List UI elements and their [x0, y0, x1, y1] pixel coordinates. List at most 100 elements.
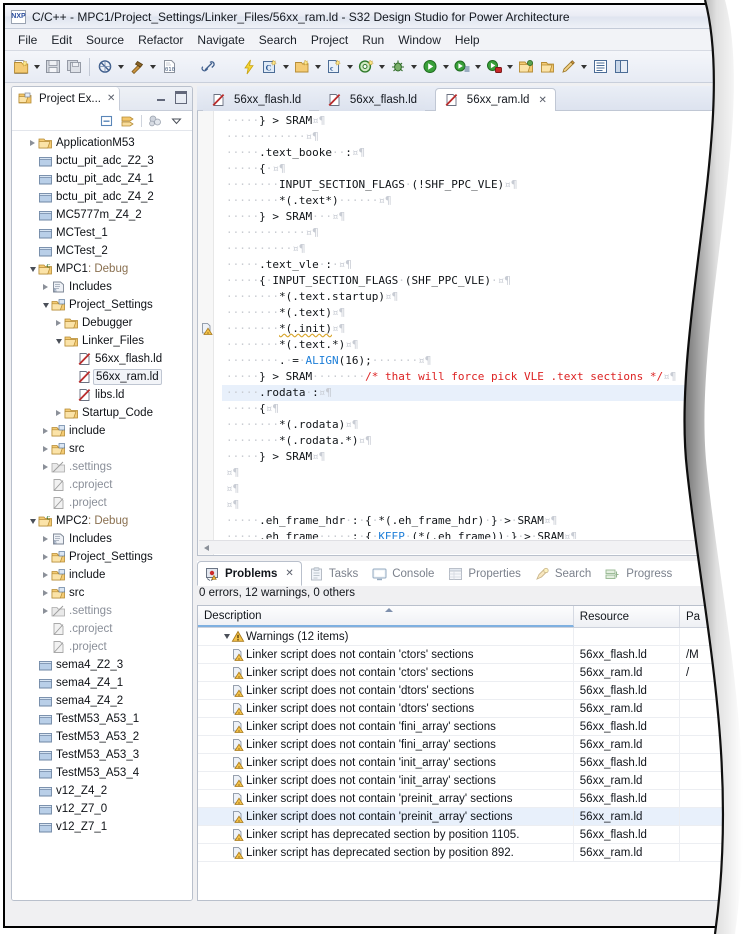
- no-build-icon[interactable]: [95, 56, 115, 78]
- code-line[interactable]: ·····.text_booke··:¤¶: [222, 145, 726, 161]
- build-hammer-icon[interactable]: [127, 56, 147, 78]
- code-line[interactable]: ········*(.rodata.*)¤¶: [222, 433, 726, 449]
- editor-tab-0[interactable]: 56xx_flash.ld: [203, 88, 310, 111]
- table-row[interactable]: Linker script does not contain 'fini_arr…: [198, 718, 738, 736]
- run-config-icon[interactable]: [452, 56, 472, 78]
- code-line[interactable]: ·····.eh_frame·····:·{·KEEP·(*(.eh_frame…: [222, 529, 726, 539]
- chevron-down-icon[interactable]: [313, 56, 323, 78]
- code-line[interactable]: ·····} > SRAM¤¶: [222, 449, 726, 465]
- debug-bug-icon[interactable]: [388, 56, 408, 78]
- tree-item-project-settings[interactable]: Project_Settings: [12, 296, 192, 314]
- editor-canvas[interactable]: ·····} > SRAM¤¶ ············¤¶ ·····.text_…: [197, 111, 738, 556]
- table-row[interactable]: Linker script does not contain 'init_arr…: [198, 754, 738, 772]
- menu-item-help[interactable]: Help: [448, 31, 487, 49]
- chevron-down-icon[interactable]: [377, 56, 387, 78]
- run-external-icon[interactable]: [484, 56, 504, 78]
- table-row[interactable]: Linker script does not contain 'dtors' s…: [198, 682, 738, 700]
- binary-010-icon[interactable]: 010: [159, 56, 179, 78]
- menu-item-refactor[interactable]: Refactor: [131, 31, 190, 49]
- tree-item-applicationm53[interactable]: ApplicationM53: [12, 134, 192, 152]
- code-line[interactable]: ·····.text_vle·:·¤¶: [222, 257, 726, 273]
- save-all-icon[interactable]: [64, 56, 84, 78]
- menu-item-search[interactable]: Search: [252, 31, 304, 49]
- tree-item-libs-ld[interactable]: libs.ld: [12, 386, 192, 404]
- table-row[interactable]: Linker script has deprecated section by …: [198, 826, 738, 844]
- code-line[interactable]: ········.·=·ALIGN(16);·······¤¶: [222, 353, 726, 369]
- tree-expand-arrow-icon[interactable]: [53, 318, 64, 329]
- flash-lightning-icon[interactable]: [239, 56, 259, 78]
- problems-group-row[interactable]: Warnings (12 items): [198, 628, 738, 646]
- tree-item-sema4-z2-3[interactable]: sema4_Z2_3: [12, 656, 192, 674]
- pencil-icon[interactable]: [558, 56, 578, 78]
- tree-item-bctu-pit-adc-z4-1[interactable]: bctu_pit_adc_Z4_1: [12, 170, 192, 188]
- code-line[interactable]: ········*(.text)¤¶: [222, 305, 726, 321]
- editor-tab-2[interactable]: 56xx_ram.ld ✕: [434, 88, 556, 111]
- tree-item-56xx-ram-ld[interactable]: 56xx_ram.ld: [12, 368, 192, 386]
- tree-item-linker-files[interactable]: Linker_Files: [12, 332, 192, 350]
- chevron-down-icon[interactable]: [579, 56, 589, 78]
- link-break-icon[interactable]: [199, 56, 219, 78]
- tree-item-src[interactable]: src: [12, 440, 192, 458]
- code-line[interactable]: ········INPUT_SECTION_FLAGS·(!SHF_PPC_VL…: [222, 177, 726, 193]
- scroll-left-icon[interactable]: [199, 541, 213, 555]
- tab-tasks[interactable]: Tasks: [302, 561, 365, 586]
- tree-expand-arrow-icon[interactable]: [40, 282, 51, 293]
- code-line[interactable]: ········*(.text.*)¤¶: [222, 337, 726, 353]
- tree-item-testm53-a53-1[interactable]: TestM53_A53_1: [12, 710, 192, 728]
- run-play-icon[interactable]: [420, 56, 440, 78]
- chevron-down-icon[interactable]: [281, 56, 291, 78]
- tree-item-testm53-a53-4[interactable]: TestM53_A53_4: [12, 764, 192, 782]
- maximize-view-button[interactable]: [174, 91, 187, 104]
- search-target-icon[interactable]: [356, 56, 376, 78]
- chevron-down-icon[interactable]: [473, 56, 483, 78]
- tree-item-include[interactable]: include: [12, 422, 192, 440]
- tree-expand-arrow-icon[interactable]: [40, 462, 51, 473]
- tree-item-mctest-2[interactable]: MCTest_2: [12, 242, 192, 260]
- tree-item--project[interactable]: .project: [12, 494, 192, 512]
- table-row[interactable]: Linker script does not contain 'ctors' s…: [198, 664, 738, 682]
- tree-item--project[interactable]: .project: [12, 638, 192, 656]
- code-line[interactable]: ¤¶: [222, 497, 726, 513]
- code-line[interactable]: ¤¶: [222, 481, 726, 497]
- tree-item-src[interactable]: src: [12, 584, 192, 602]
- column-header-description[interactable]: Description: [198, 606, 574, 627]
- tree-item-mpc2[interactable]: C MPC2: Debug: [12, 512, 192, 530]
- problems-table[interactable]: Description Resource Pa Warnings (12 items…: [197, 605, 738, 901]
- code-line[interactable]: ············¤¶: [222, 225, 726, 241]
- view-menu-icon[interactable]: [169, 113, 184, 128]
- table-row[interactable]: Linker script does not contain 'dtors' s…: [198, 700, 738, 718]
- tab-console[interactable]: Console: [365, 561, 441, 586]
- warning-marker-icon[interactable]: [200, 322, 213, 335]
- tree-item--settings[interactable]: .settings: [12, 458, 192, 476]
- editor-horizontal-scrollbar[interactable]: [199, 540, 737, 554]
- code-line[interactable]: ·····.rodata·:¤¶: [222, 385, 726, 401]
- chevron-down-icon[interactable]: [116, 56, 126, 78]
- new-file-icon[interactable]: [11, 56, 31, 78]
- table-row[interactable]: Linker script does not contain 'init_arr…: [198, 772, 738, 790]
- tree-expand-arrow-icon[interactable]: [27, 264, 38, 275]
- tree-item-includes[interactable]: h Includes: [12, 530, 192, 548]
- tree-item-debugger[interactable]: Debugger: [12, 314, 192, 332]
- table-row[interactable]: Linker script does not contain 'preinit_…: [198, 808, 738, 826]
- tree-item--cproject[interactable]: .cproject: [12, 476, 192, 494]
- code-line[interactable]: ·····} > SRAM········/* that will force …: [222, 369, 726, 385]
- chevron-down-icon[interactable]: [441, 56, 451, 78]
- tree-item-56xx-flash-ld[interactable]: 56xx_flash.ld: [12, 350, 192, 368]
- tree-item-mctest-1[interactable]: MCTest_1: [12, 224, 192, 242]
- menu-item-window[interactable]: Window: [391, 31, 448, 49]
- code-line[interactable]: ¤¶: [222, 465, 726, 481]
- tree-item-mc5777m-z4-2[interactable]: MC5777m_Z4_2: [12, 206, 192, 224]
- tree-item-mpc1[interactable]: C MPC1: Debug: [12, 260, 192, 278]
- chevron-down-icon[interactable]: [32, 56, 42, 78]
- outline-view-icon[interactable]: [590, 56, 610, 78]
- table-row[interactable]: Linker script does not contain 'ctors' s…: [198, 646, 738, 664]
- code-line[interactable]: ········*(.text.startup)¤¶: [222, 289, 726, 305]
- new-c-project-icon[interactable]: C: [260, 56, 280, 78]
- code-line[interactable]: ·····} > SRAM···¤¶: [222, 209, 726, 225]
- tree-expand-arrow-icon[interactable]: [40, 444, 51, 455]
- link-with-editor-icon[interactable]: [120, 113, 135, 128]
- chevron-down-icon[interactable]: [345, 56, 355, 78]
- chevron-down-icon[interactable]: [409, 56, 419, 78]
- tree-expand-arrow-icon[interactable]: [27, 516, 38, 527]
- close-icon[interactable]: ✕: [538, 95, 546, 106]
